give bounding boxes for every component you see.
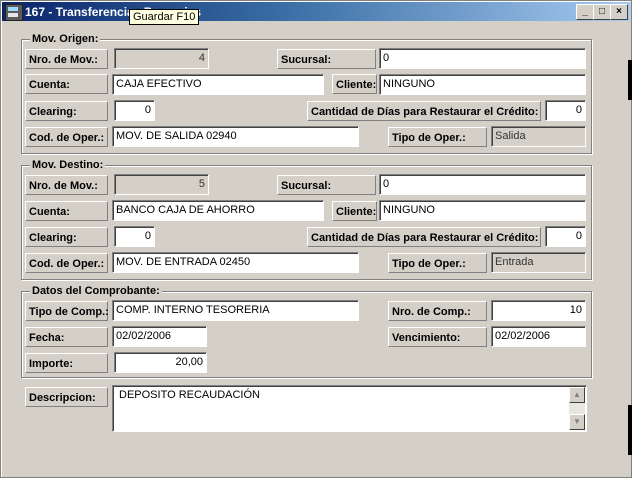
nro-comp-field[interactable]: 10 (491, 300, 586, 321)
destino-sucursal-label: Sucursal: (277, 175, 376, 195)
origen-nro-mov-label: Nro. de Mov.: (25, 49, 108, 69)
scroll-up-icon[interactable]: ▲ (569, 387, 585, 403)
origen-dias-field[interactable]: 0 (545, 100, 586, 121)
destino-sucursal-field[interactable]: 0 (379, 174, 586, 195)
origen-sucursal-label: Sucursal: (277, 49, 376, 69)
title-bar[interactable]: 167 - Transferencias Bancarias _ □ × Gua… (2, 2, 630, 25)
descripcion-text: DEPOSITO RECAUDACIÓN (119, 389, 260, 401)
destino-clearing-label: Clearing: (25, 227, 108, 247)
scroll-down-icon[interactable]: ▼ (569, 414, 585, 430)
minimize-button[interactable]: _ (576, 4, 594, 20)
group-destino-legend: Mov. Destino: (30, 159, 106, 171)
right-edge-mark (628, 60, 632, 100)
origen-tipo-oper-label: Tipo de Oper.: (388, 127, 487, 147)
app-icon[interactable] (5, 4, 23, 21)
right-edge-mark-lower (628, 405, 632, 455)
importe-label: Importe: (25, 353, 108, 373)
origen-cuenta-field[interactable]: CAJA EFECTIVO (112, 74, 324, 95)
origen-dias-label: Cantidad de Días para Restaurar el Crédi… (307, 101, 541, 121)
destino-cuenta-label: Cuenta: (25, 201, 108, 221)
vencimiento-field[interactable]: 02/02/2006 (491, 326, 586, 347)
fecha-label: Fecha: (25, 327, 108, 347)
origen-cuenta-label: Cuenta: (25, 74, 108, 94)
main-window: 167 - Transferencias Bancarias _ □ × Gua… (0, 0, 632, 478)
importe-field[interactable]: 20,00 (114, 352, 207, 373)
save-tooltip: Guardar F10 (129, 9, 200, 25)
origen-cliente-field[interactable]: NINGUNO (379, 74, 586, 95)
group-origen-legend: Mov. Origen: (30, 33, 101, 45)
descripcion-memo[interactable]: DEPOSITO RECAUDACIÓN ▲ ▼ (112, 385, 587, 432)
destino-dias-label: Cantidad de Días para Restaurar el Crédi… (307, 227, 541, 247)
destino-tipo-oper-label: Tipo de Oper.: (388, 253, 487, 273)
destino-clearing-field[interactable]: 0 (114, 226, 155, 247)
origen-cod-oper-label: Cod. de Oper.: (25, 127, 108, 147)
descripcion-label: Descripcion: (25, 387, 108, 407)
destino-cliente-label: Cliente: (332, 201, 377, 221)
maximize-button[interactable]: □ (593, 4, 611, 20)
fecha-field[interactable]: 02/02/2006 (112, 326, 207, 347)
origen-tipo-oper-field: Salida (491, 126, 586, 147)
origen-cod-oper-field[interactable]: MOV. DE SALIDA 02940 (112, 126, 359, 147)
destino-cliente-field[interactable]: NINGUNO (379, 200, 586, 221)
nro-comp-label: Nro. de Comp.: (388, 301, 487, 321)
destino-dias-field[interactable]: 0 (545, 226, 586, 247)
vencimiento-label: Vencimiento: (388, 327, 487, 347)
descripcion-scrollbar[interactable]: ▲ ▼ (569, 387, 585, 430)
destino-nro-mov-field[interactable]: 5 (114, 174, 209, 195)
destino-cod-oper-label: Cod. de Oper.: (25, 253, 108, 273)
tipo-comp-label: Tipo de Comp.: (25, 301, 109, 321)
destino-cod-oper-field[interactable]: MOV. DE ENTRADA 02450 (112, 252, 359, 273)
origen-cliente-label: Cliente: (332, 74, 377, 94)
destino-cuenta-field[interactable]: BANCO CAJA DE AHORRO (112, 200, 324, 221)
close-button[interactable]: × (610, 4, 628, 20)
origen-clearing-field[interactable]: 0 (114, 100, 155, 121)
tipo-comp-field[interactable]: COMP. INTERNO TESORERIA (112, 300, 359, 321)
destino-tipo-oper-field: Entrada (491, 252, 586, 273)
origen-sucursal-field[interactable]: 0 (379, 48, 586, 69)
origen-nro-mov-field[interactable]: 4 (114, 48, 209, 69)
group-comprobante-legend: Datos del Comprobante: (30, 285, 162, 297)
origen-clearing-label: Clearing: (25, 101, 108, 121)
destino-nro-mov-label: Nro. de Mov.: (25, 175, 108, 195)
